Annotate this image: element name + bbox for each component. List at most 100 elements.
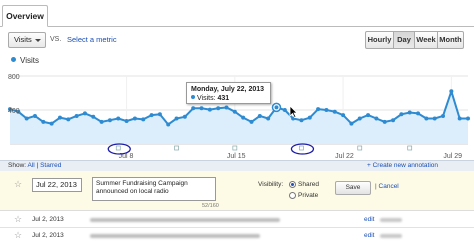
data-point — [466, 116, 470, 121]
range-day-button[interactable]: Day — [393, 31, 415, 49]
tooltip-value: 431 — [217, 95, 230, 102]
data-point — [132, 116, 137, 121]
data-point — [66, 117, 71, 122]
data-point — [249, 119, 254, 124]
data-point — [399, 112, 404, 117]
legend-dot-icon — [11, 57, 16, 62]
data-point — [157, 112, 162, 117]
chart-tooltip: Monday, July 22, 2013 Visits: 431 — [186, 82, 271, 104]
tooltip-value-row: Visits: 431 — [191, 94, 266, 103]
tooltip-date: Monday, July 22, 2013 — [191, 86, 265, 93]
data-point — [166, 122, 171, 127]
data-point — [266, 116, 271, 121]
range-week-button[interactable]: Week — [414, 31, 438, 49]
redacted-note — [90, 234, 260, 238]
annotation-date-field[interactable]: Jul 22, 2013 — [32, 178, 82, 192]
annotation-row: ☆ Jul 2, 2013 edit — [0, 228, 474, 243]
legend-series-label: Visits — [20, 56, 39, 65]
data-point — [124, 119, 129, 124]
edit-link[interactable]: edit — [364, 216, 374, 223]
star-icon[interactable]: ☆ — [14, 214, 22, 225]
vs-label: VS. — [50, 36, 62, 43]
char-count: 52/160 — [202, 203, 219, 209]
data-point — [432, 116, 437, 121]
x-tick-label: Jul 29 — [443, 153, 462, 160]
annotation-marker-icon — [115, 145, 121, 151]
data-point — [341, 113, 346, 118]
annotation-marker-icon — [174, 145, 179, 151]
data-point — [32, 113, 37, 118]
annotation-row: ☆ Jul 2, 2013 edit — [0, 212, 474, 228]
annotation-date: Jul 2, 2013 — [32, 216, 64, 223]
data-point — [199, 106, 204, 111]
data-point — [224, 105, 229, 110]
data-point — [324, 108, 329, 112]
data-point — [57, 115, 62, 120]
data-point — [424, 116, 429, 121]
data-point — [182, 114, 187, 119]
mouse-pointer-icon — [289, 105, 298, 118]
redacted-note — [90, 218, 280, 222]
data-point — [307, 115, 312, 120]
data-point — [241, 115, 246, 120]
x-tick-label: Jul 22 — [335, 153, 354, 160]
select-metric-link[interactable]: Select a metric — [67, 35, 117, 44]
data-point — [116, 116, 121, 121]
data-point — [74, 113, 79, 118]
create-annotation-link[interactable]: + Create new annotation — [367, 161, 438, 171]
y-tick-label: 800 — [8, 74, 20, 81]
data-point — [441, 113, 446, 118]
data-point — [374, 116, 379, 121]
visibility-private-label: Private — [298, 192, 319, 199]
annotation-marker-icon — [407, 145, 413, 151]
annotation-note-field[interactable]: Summer Fundraising Campaign announced on… — [92, 177, 216, 201]
data-point — [282, 108, 287, 112]
visibility-private-radio[interactable] — [289, 192, 296, 199]
data-point — [349, 121, 354, 126]
cancel-link[interactable]: Cancel — [379, 183, 399, 190]
visibility-label: Visibility: — [258, 181, 284, 188]
metric-dropdown-label: Visits — [14, 35, 32, 44]
annotation-marker-icon — [232, 145, 238, 151]
save-button[interactable]: Save — [335, 181, 371, 195]
show-separator: | — [36, 162, 39, 169]
visibility-shared-label: Shared — [298, 181, 319, 188]
data-point — [216, 106, 221, 111]
visits-chart[interactable]: 800400Jul 8 Jul 15 Jul 22 Jul 29 — [0, 66, 474, 160]
chart-controls: Visits VS. Select a metric Hourly Day We… — [0, 27, 474, 53]
cancel-separator: | — [375, 183, 377, 190]
redacted-author — [380, 234, 402, 238]
annotation-form: ☆ Jul 22, 2013 Summer Fundraising Campai… — [0, 171, 474, 211]
show-label: Show: — [8, 162, 27, 169]
annotation-marker-icon — [357, 145, 363, 151]
data-point — [107, 118, 112, 123]
data-point — [191, 106, 196, 111]
data-point — [416, 111, 421, 116]
y-tick-label: 400 — [8, 108, 20, 115]
star-icon[interactable]: ☆ — [14, 179, 22, 190]
range-hourly-button[interactable]: Hourly — [365, 31, 394, 49]
data-point — [316, 107, 321, 112]
data-point — [407, 110, 412, 115]
data-point — [49, 121, 54, 126]
data-point — [141, 117, 146, 122]
hovered-point-core — [274, 105, 279, 110]
tooltip-series-dot-icon — [191, 95, 195, 99]
tab-overview[interactable]: Overview — [2, 5, 48, 27]
data-point — [382, 119, 387, 124]
x-tick-label: Jul 15 — [227, 153, 246, 160]
data-point — [82, 111, 87, 116]
annotation-date: Jul 2, 2013 — [32, 232, 64, 239]
data-point — [24, 116, 29, 121]
date-range-toggle: Hourly Day Week Month — [365, 31, 464, 49]
metric-dropdown[interactable]: Visits — [8, 32, 46, 48]
range-month-button[interactable]: Month — [437, 31, 464, 49]
show-starred-link[interactable]: Starred — [40, 162, 61, 169]
annotation-marker-icon — [299, 145, 304, 151]
show-all-link[interactable]: All — [28, 162, 35, 169]
edit-link[interactable]: edit — [364, 232, 374, 239]
data-point — [41, 119, 46, 124]
star-icon[interactable]: ☆ — [14, 230, 22, 241]
visibility-shared-radio[interactable] — [289, 181, 296, 188]
data-point — [366, 113, 371, 118]
